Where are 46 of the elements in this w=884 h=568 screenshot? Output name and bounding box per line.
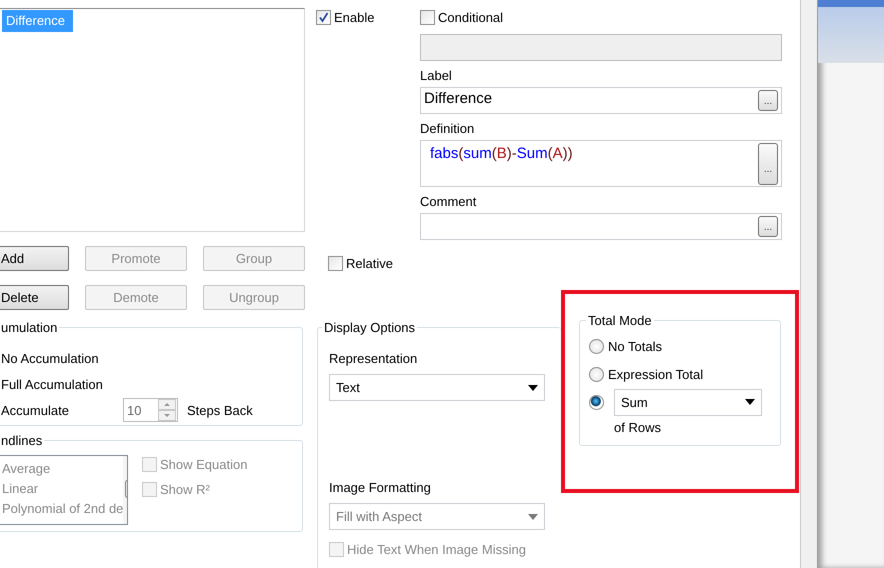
edit-label-button[interactable]: ...: [758, 90, 778, 111]
definition-expression: fabs(sum(B)-Sum(A)): [430, 144, 573, 164]
definition-caption: Definition: [420, 121, 476, 136]
total-mode-radio[interactable]: [589, 366, 604, 382]
spinner-arrows-icon[interactable]: [158, 399, 176, 421]
total-mode-option-label: No Totals: [608, 338, 662, 354]
comment-input-field[interactable]: ...: [420, 213, 782, 240]
dropdown-arrow-icon: [528, 514, 538, 520]
list-action-button[interactable]: Add: [0, 246, 69, 271]
enable-label: Enable: [334, 10, 374, 24]
trendline-option-label: Show R²: [160, 482, 210, 497]
representation-dropdown[interactable]: Text: [329, 374, 545, 401]
trendline-option-label: Show Equation: [160, 457, 248, 472]
of-rows-label: of Rows: [614, 420, 662, 435]
edit-definition-button[interactable]: ...: [758, 143, 778, 185]
list-action-button[interactable]: Delete: [0, 285, 69, 310]
dropdown-arrow-icon: [528, 384, 538, 390]
accumulation-option[interactable]: No Accumulation: [1, 350, 123, 366]
total-mode-radio[interactable]: [589, 394, 604, 410]
steps-back-label: Steps Back: [187, 402, 253, 418]
trendlines-group-title: ndlines: [0, 433, 44, 448]
condition-input-field[interactable]: [420, 34, 782, 61]
accumulation-option[interactable]: Full Accumulation: [1, 376, 123, 392]
hide-text-label: Hide Text When Image Missing: [347, 542, 526, 557]
accumulation-option[interactable]: Accumulate: [1, 402, 123, 418]
steps-spinner[interactable]: 10: [123, 398, 178, 422]
display-options-title: Display Options: [322, 320, 418, 335]
label-input-field[interactable]: Difference ...: [420, 87, 782, 114]
definition-input-field[interactable]: fabs(sum(B)-Sum(A)) ...: [420, 140, 782, 187]
enable-checkbox[interactable]: [316, 10, 331, 24]
total-mode-title: Total Mode: [586, 313, 654, 328]
representation-caption: Representation: [329, 351, 418, 366]
dropdown-arrow-icon: [745, 399, 755, 405]
label-caption: Label: [420, 68, 453, 83]
conditional-label: Conditional: [438, 10, 504, 24]
accumulation-group-title: umulation: [0, 320, 60, 335]
label-value: Difference: [424, 90, 492, 108]
conditional-checkbox[interactable]: [420, 10, 435, 24]
image-formatting-caption: Image Formatting: [329, 480, 432, 495]
total-mode-option-label: Expression Total: [608, 366, 704, 382]
comment-caption: Comment: [420, 194, 478, 209]
relative-checkbox[interactable]: [328, 256, 343, 271]
total-mode-radio[interactable]: [589, 338, 604, 354]
total-function-dropdown[interactable]: Sum: [614, 388, 762, 416]
edit-comment-button[interactable]: ...: [758, 216, 778, 237]
relative-label: Relative: [346, 256, 393, 271]
